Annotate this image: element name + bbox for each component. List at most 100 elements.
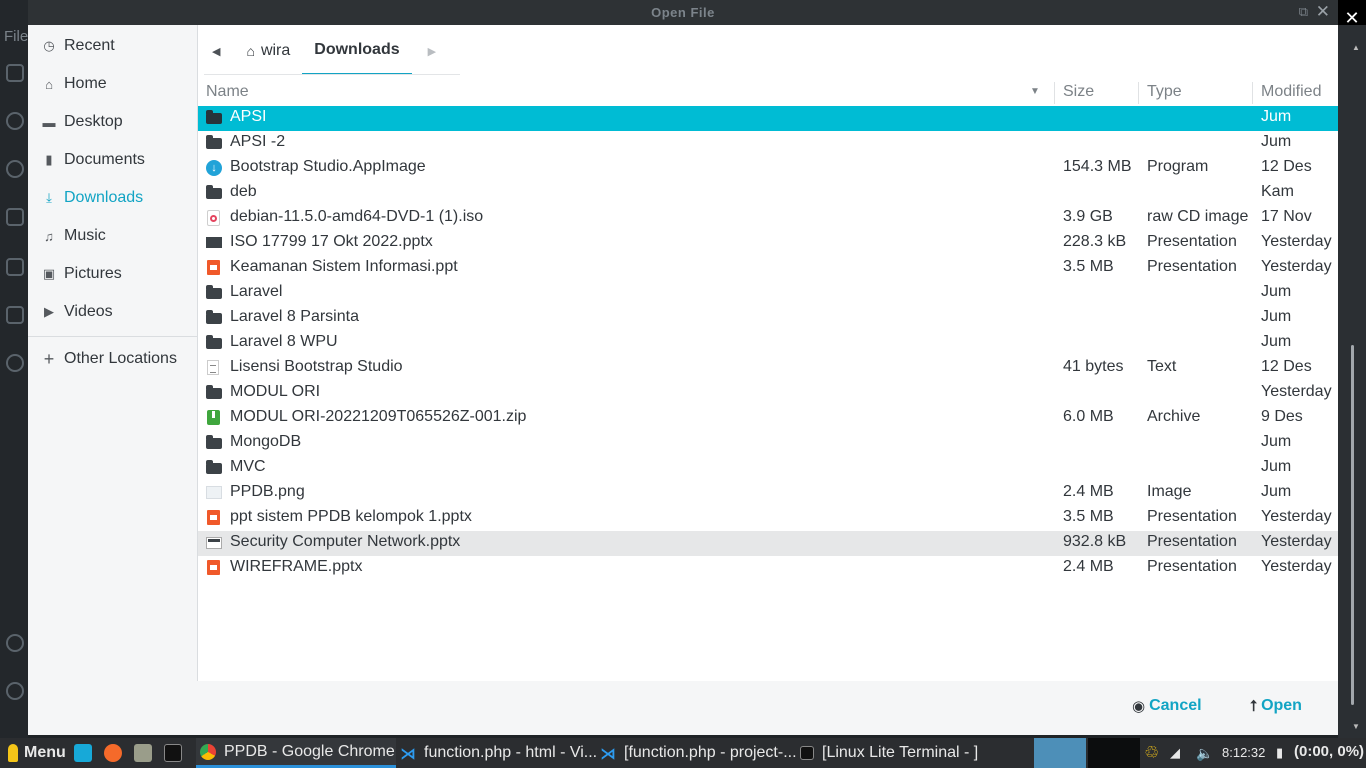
file-row[interactable]: APSI -2 Jum (198, 131, 1338, 156)
column-divider (1252, 82, 1253, 104)
path-back-button[interactable]: ◀ (204, 27, 234, 75)
file-size: 154.3 MB (1063, 158, 1132, 175)
scrollbar-thumb[interactable] (1351, 345, 1354, 705)
file-list: Name ▼ Size Type Modified APSI Jum APSI -2… (198, 80, 1338, 681)
text-file-icon (207, 360, 219, 375)
file-row[interactable]: WIREFRAME.pptx 2.4 MB Presentation Yesterda… (198, 556, 1338, 581)
appimage-icon: ↓ (206, 160, 222, 176)
folder-icon (206, 135, 222, 149)
file-row[interactable]: debian-11.5.0-amd64-DVD-1 (1).iso 3.9 GB r… (198, 206, 1338, 231)
file-row[interactable]: Laravel 8 Parsinta Jum (198, 306, 1338, 331)
quick-launch-desktop[interactable] (74, 738, 100, 768)
file-row[interactable]: PPDB.png 2.4 MB Image Jum (198, 481, 1338, 506)
scrollbar[interactable] (1338, 25, 1366, 738)
sort-descending-icon[interactable]: ▼ (1030, 86, 1040, 97)
battery-icon[interactable]: ▮ (1276, 738, 1283, 768)
extensions-icon[interactable] (6, 258, 24, 276)
file-row[interactable]: ISO 17799 17 Okt 2022.pptx 228.3 kB Presen… (198, 231, 1338, 256)
remote-icon[interactable] (6, 354, 24, 372)
clock[interactable]: 8:12:32 (1222, 745, 1265, 760)
quick-launch-firefox[interactable] (104, 738, 130, 768)
taskbar-window-vscode-1[interactable]: ⋊ function.php - html - Vi... (400, 738, 597, 768)
scroll-up-icon[interactable]: ▲ (1352, 43, 1360, 52)
background-file-menu[interactable]: File (4, 28, 28, 45)
network-icon[interactable]: ◢ (1170, 738, 1180, 768)
taskbar-window-vscode-2[interactable]: ⋊ [function.php - project-... (600, 738, 797, 768)
file-row[interactable]: Laravel 8 WPU Jum (198, 331, 1338, 356)
sidebar-item-home[interactable]: ⌂ Home (28, 69, 198, 99)
file-size: 3.9 GB (1063, 208, 1113, 225)
start-menu-label: Menu (24, 744, 66, 761)
path-home-button[interactable]: ⌂ wira (234, 27, 302, 75)
file-row[interactable]: Lisensi Bootstrap Studio 41 bytes Text 12 D… (198, 356, 1338, 381)
column-type-header[interactable]: Type (1147, 83, 1182, 101)
sidebar-item-downloads[interactable]: ⤓ Downloads (28, 183, 198, 213)
sidebar-item-recent[interactable]: ◷ Recent (28, 31, 198, 61)
file-row[interactable]: ppt sistem PPDB kelompok 1.pptx 3.5 MB Pre… (198, 506, 1338, 531)
column-divider (1054, 82, 1055, 104)
sidebar-item-pictures[interactable]: ▣ Pictures (28, 259, 198, 289)
presentation-thumb-icon (206, 237, 222, 248)
file-size: 932.8 kB (1063, 533, 1127, 550)
workspace-2[interactable] (1088, 738, 1140, 768)
file-row[interactable]: MODUL ORI-20221209T065526Z-001.zip 6.0 MB… (198, 406, 1338, 431)
file-size: 2.4 MB (1063, 483, 1114, 500)
file-modified: Jum (1261, 283, 1292, 300)
taskbar-window-terminal[interactable]: [Linux Lite Terminal - ] (800, 738, 996, 768)
close-icon[interactable]: ✕ (1316, 2, 1330, 22)
file-row[interactable]: Security Computer Network.pptx 932.8 kB Pr… (198, 531, 1338, 556)
sidebar-item-other-locations[interactable]: + Other Locations (28, 344, 198, 374)
file-row[interactable]: ↓ Bootstrap Studio.AppImage 154.3 MB Progra… (198, 156, 1338, 181)
start-menu-button[interactable]: Menu (8, 738, 66, 768)
cancel-icon: ◉ (1132, 698, 1146, 715)
sidebar-item-videos[interactable]: ▶ Videos (28, 297, 198, 327)
search-icon[interactable] (6, 112, 24, 130)
file-name: Bootstrap Studio.AppImage (230, 158, 426, 175)
dialog-titlebar[interactable]: Open File ⧉ ✕ (28, 0, 1338, 25)
column-modified-header[interactable]: Modified (1261, 83, 1321, 101)
workspace-1[interactable] (1034, 738, 1086, 768)
quick-launch-terminal[interactable] (164, 738, 190, 768)
file-row[interactable]: MODUL ORI Yesterday (198, 381, 1338, 406)
sidebar-item-music[interactable]: ♫ Music (28, 221, 198, 251)
taskbar-window-chrome[interactable]: PPDB - Google Chrome (196, 738, 396, 768)
settings-gear-icon[interactable] (6, 682, 24, 700)
taskbar-window-label: [function.php - project-... (624, 744, 797, 761)
cancel-button[interactable]: ◉ Cancel (1132, 697, 1202, 715)
restore-icon[interactable]: ⧉ (1299, 4, 1308, 20)
open-button[interactable]: ⭡ Open (1250, 697, 1302, 715)
open-file-dialog: Open File ⧉ ✕ ◷ Recent ⌂ Home ▬ Desktop … (28, 0, 1338, 735)
file-name: Lisensi Bootstrap Studio (230, 358, 403, 375)
account-icon[interactable] (6, 634, 24, 652)
file-modified: Jum (1261, 483, 1292, 500)
file-row[interactable]: MVC Jum (198, 456, 1338, 481)
quick-launch-files[interactable] (134, 738, 160, 768)
file-row[interactable]: deb Kam (198, 181, 1338, 206)
flask-icon[interactable] (6, 306, 24, 324)
file-modified: Kam (1261, 183, 1294, 200)
file-row[interactable]: Laravel Jum (198, 281, 1338, 306)
sidebar-item-label: Desktop (64, 113, 123, 130)
column-size-header[interactable]: Size (1063, 83, 1094, 101)
volume-icon[interactable]: 🔈 (1196, 738, 1213, 768)
update-notifier-icon[interactable]: ♲ (1144, 738, 1159, 768)
file-row[interactable]: APSI Jum (198, 106, 1338, 131)
file-modified: Jum (1261, 308, 1292, 325)
files-icon[interactable] (6, 64, 24, 82)
path-forward-button[interactable]: ▶ (412, 27, 448, 75)
path-current-button[interactable]: Downloads (302, 27, 412, 75)
home-icon: ⌂ (246, 43, 255, 59)
sidebar-item-documents[interactable]: ▮ Documents (28, 145, 198, 175)
scroll-down-icon[interactable]: ▼ (1352, 722, 1360, 731)
file-type: Presentation (1147, 258, 1237, 275)
sidebar-item-label: Pictures (64, 265, 122, 282)
sidebar-item-desktop[interactable]: ▬ Desktop (28, 107, 198, 137)
battery-status[interactable]: (0:00, 0%) (1294, 743, 1364, 760)
column-name-header[interactable]: Name (206, 83, 249, 101)
debug-icon[interactable] (6, 208, 24, 226)
disc-image-icon (207, 210, 220, 226)
source-control-icon[interactable] (6, 160, 24, 178)
file-row[interactable]: MongoDB Jum (198, 431, 1338, 456)
file-row[interactable]: Keamanan Sistem Informasi.ppt 3.5 MB Prese… (198, 256, 1338, 281)
video-icon: ▶ (44, 304, 54, 319)
